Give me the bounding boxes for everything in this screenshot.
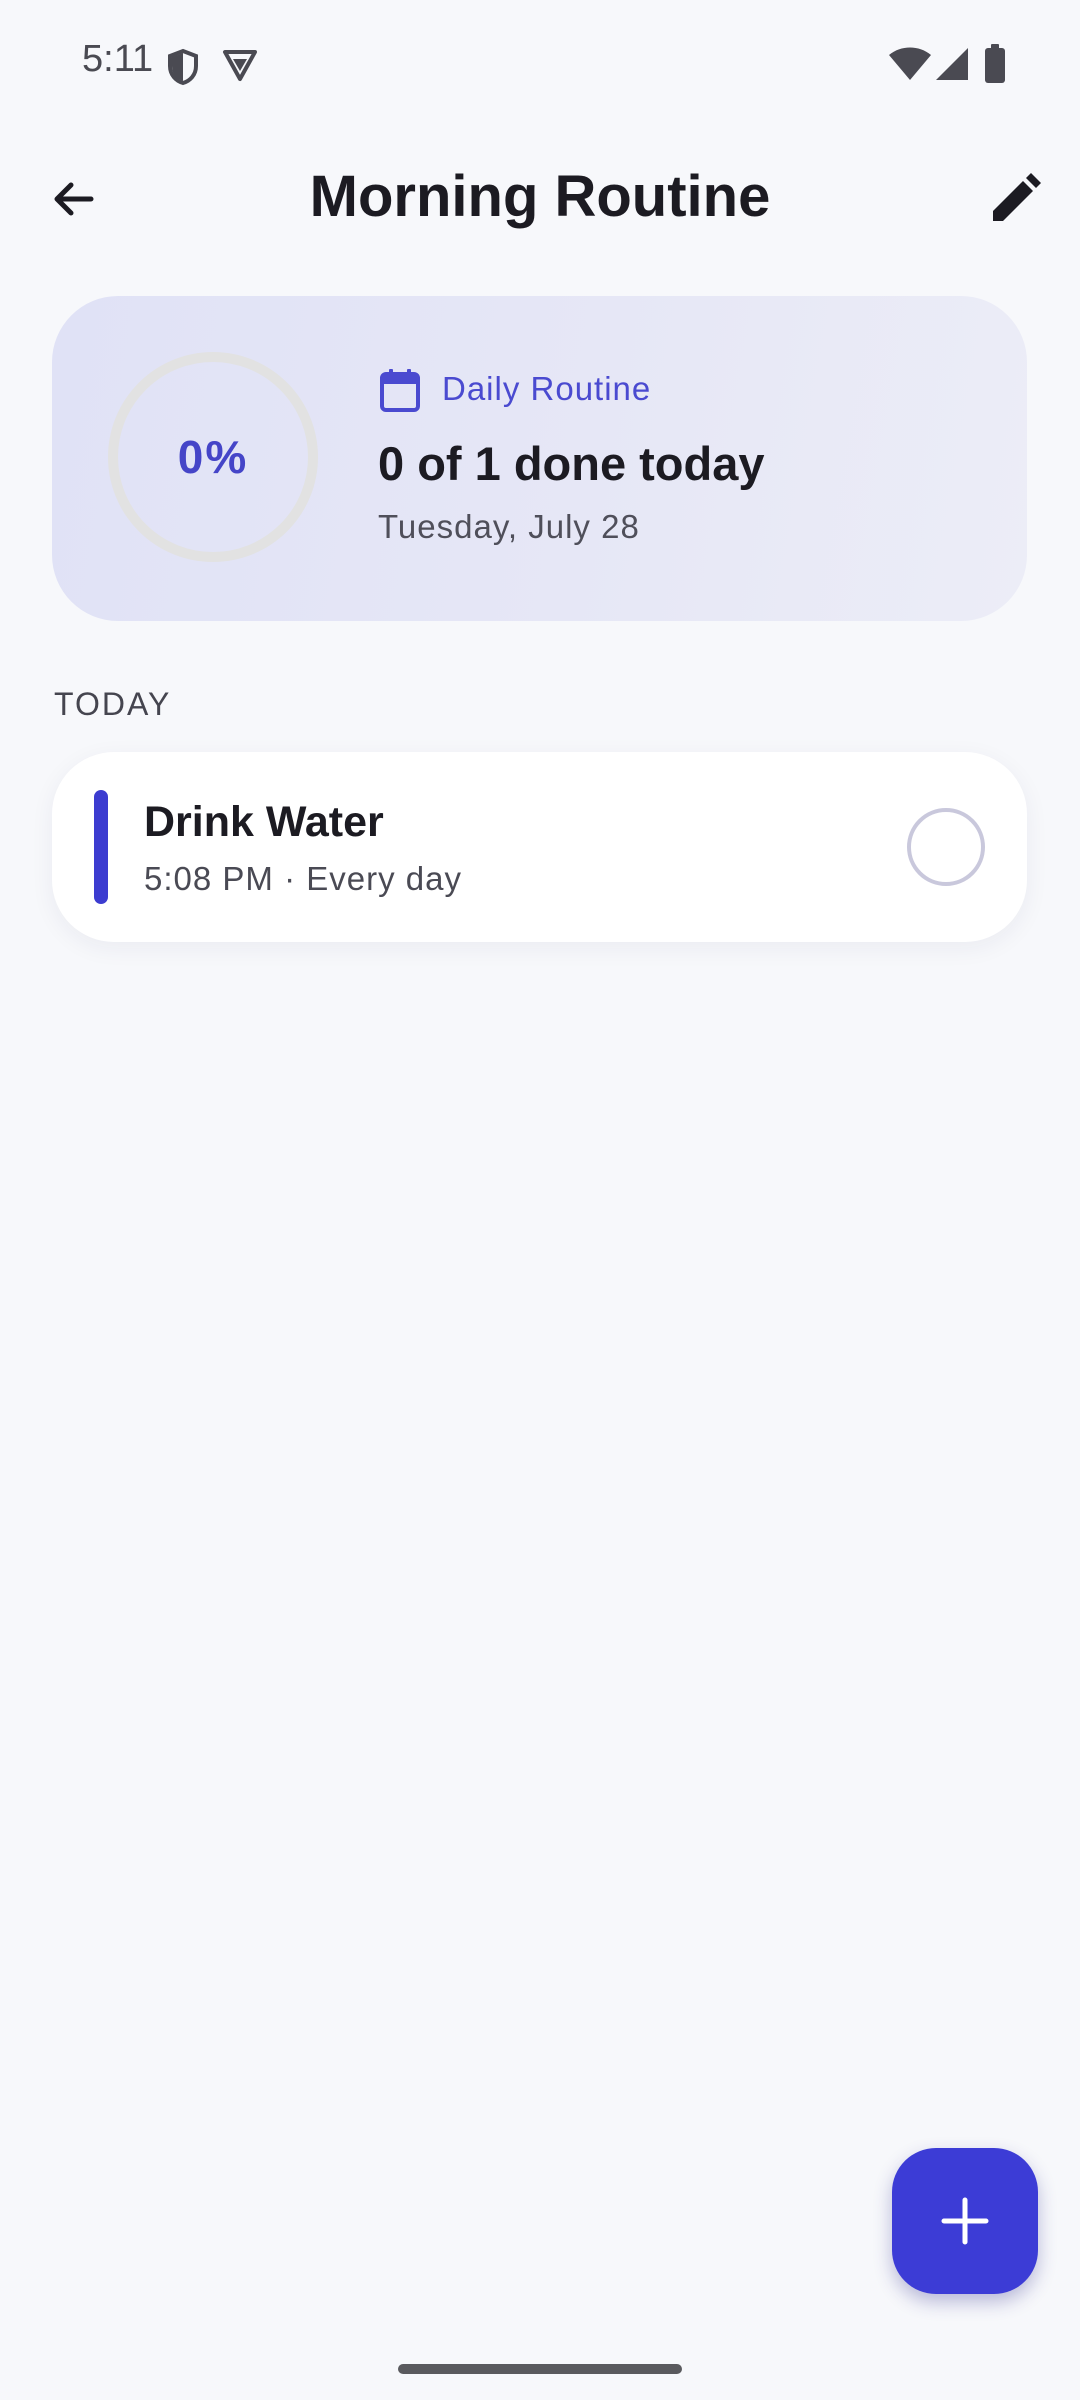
calendar-icon: [380, 369, 420, 412]
progress-percent-label: 0%: [177, 431, 249, 483]
plus-icon: [941, 2197, 989, 2245]
add-task-button[interactable]: [892, 2148, 1038, 2294]
task-complete-checkbox[interactable]: [907, 808, 985, 886]
pencil-edit-icon: [993, 173, 1041, 221]
task-title: Drink Water: [144, 798, 384, 846]
routine-type-label: Daily Routine: [442, 370, 652, 407]
edit-button[interactable]: [982, 166, 1048, 232]
done-summary: 0 of 1 done today: [378, 437, 765, 490]
gesture-navigation-bar[interactable]: [398, 2364, 682, 2374]
status-time: 5:11: [82, 38, 154, 80]
vpn-icon: [223, 50, 257, 81]
current-date: Tuesday, July 28: [378, 508, 640, 545]
status-bar: 5:11: [0, 0, 1080, 130]
task-card[interactable]: Drink Water 5:08 PM · Every day: [52, 752, 1027, 942]
screen: 5:11 Morning Routine 0% Daily Routine 0 …: [0, 0, 1080, 2400]
shield-icon: [168, 48, 198, 86]
battery-icon: [985, 44, 1005, 83]
wifi-icon: [889, 47, 931, 80]
section-label-today: TODAY: [54, 686, 172, 722]
signal-icon: [936, 48, 968, 80]
task-accent-bar: [94, 790, 108, 904]
summary-card: 0% Daily Routine 0 of 1 done today Tuesd…: [52, 296, 1027, 621]
task-subtitle: 5:08 PM · Every day: [144, 860, 462, 897]
page-title: Morning Routine: [309, 164, 771, 229]
